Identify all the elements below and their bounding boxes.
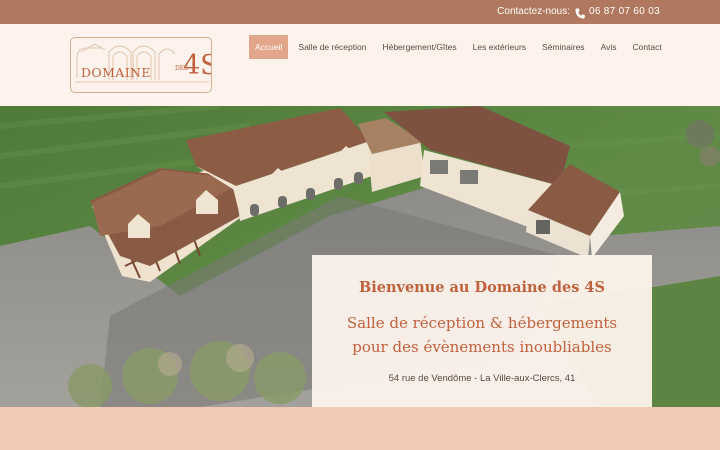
main-nav: Accueil Salle de réception Hébergement/G… — [249, 35, 672, 59]
site-logo[interactable]: DOMAINE DES 4S — [70, 37, 212, 93]
nav-item-avis[interactable]: Avis — [595, 35, 623, 59]
nav-item-hebergement[interactable]: Hébergement/Gîtes — [376, 35, 462, 59]
logo-number: 4S — [183, 50, 211, 81]
welcome-card: Bienvenue au Domaine des 4S Salle de réc… — [312, 255, 652, 407]
bottom-band — [0, 407, 720, 450]
nav-item-accueil[interactable]: Accueil — [249, 35, 289, 59]
site-header: DOMAINE DES 4S Accueil Salle de réceptio… — [0, 24, 720, 106]
phone-link[interactable]: 06 87 07 60 03 — [589, 6, 660, 17]
top-bar: Contactez-nous: 06 87 07 60 03 — [0, 0, 720, 24]
welcome-title: Bienvenue au Domaine des 4S — [359, 279, 605, 296]
nav-item-contact[interactable]: Contact — [626, 35, 667, 59]
nav-item-seminaires[interactable]: Séminaires — [536, 35, 591, 59]
nav-item-exterieurs[interactable]: Les extérieurs — [467, 35, 532, 59]
contact-label: Contactez-nous: — [497, 6, 570, 17]
welcome-subtitle-line1: Salle de réception & hébergements — [346, 314, 618, 332]
logo-brand: DOMAINE — [81, 65, 151, 80]
welcome-subtitle: Salle de réception & hébergements pour d… — [312, 311, 652, 359]
nav-item-salle[interactable]: Salle de réception — [292, 35, 372, 59]
phone-icon — [575, 6, 585, 19]
welcome-subtitle-line2: pour des évènements inoubliables — [352, 338, 612, 356]
welcome-address: 54 rue de Vendôme - La Ville-aux-Clercs,… — [388, 373, 576, 384]
